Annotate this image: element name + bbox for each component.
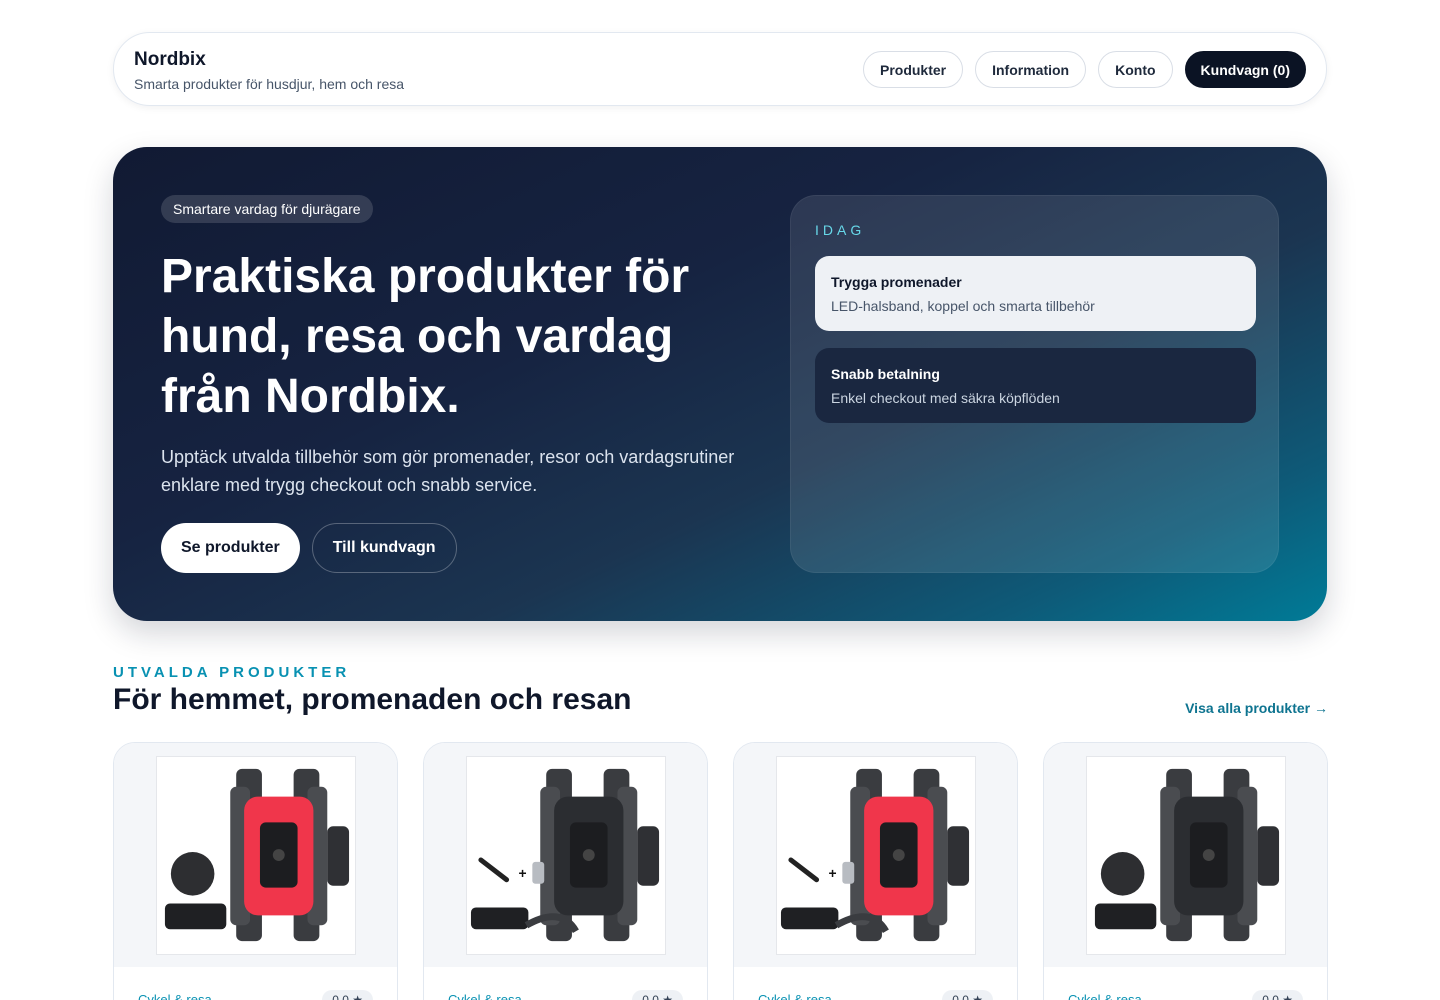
holder-graphic (164, 768, 350, 942)
phone-holder-image[interactable] (1086, 756, 1286, 955)
phone-holder-image[interactable]: + (466, 756, 666, 955)
section-title: För hemmet, promenaden och resan (113, 683, 632, 716)
hero-actions: Se produkter Till kundvagn (161, 523, 457, 573)
product-grid: Cykel & resa 0.0 ★ + Cykel & resa 0.0 ★ … (113, 742, 1328, 1000)
holder-graphic (1094, 768, 1280, 942)
product-card[interactable]: Cykel & resa 0.0 ★ (113, 742, 398, 1000)
clamp-accessory (164, 903, 227, 930)
today-panel: IDAG Trygga promenader LED-halsband, kop… (790, 195, 1279, 573)
product-image-area (1044, 743, 1327, 967)
clamp-accessory (780, 907, 839, 930)
panel-card-title: Snabb betalning (831, 366, 940, 382)
main-nav: Produkter Information Konto Kundvagn (0) (862, 51, 1306, 88)
go-to-cart-button[interactable]: Till kundvagn (311, 523, 457, 573)
product-category: Cykel & resa (758, 992, 832, 1000)
product-rating: 0.0 ★ (942, 990, 993, 1000)
holder-center-knob (892, 849, 905, 861)
product-category: Cykel & resa (1068, 992, 1142, 1000)
holder-graphic: + (780, 768, 970, 942)
handlebar-mount (1257, 826, 1280, 886)
clamp-accessory (1094, 903, 1157, 930)
product-rating: 0.0 ★ (1252, 990, 1303, 1000)
product-rating: 0.0 ★ (322, 990, 373, 1000)
panel-label: IDAG (815, 222, 866, 238)
phone-holder-image[interactable]: + (776, 756, 976, 955)
hero-section: Smartare vardag för djurägare Praktiska … (113, 147, 1327, 621)
product-card[interactable]: Cykel & resa 0.0 ★ (1043, 742, 1328, 1000)
handlebar-mount (327, 826, 350, 886)
product-image-area: + (424, 743, 707, 967)
view-all-products-link[interactable]: Visa alla produkter → (1185, 700, 1328, 716)
nav-konto-button[interactable]: Konto (1098, 51, 1173, 88)
product-category: Cykel & resa (448, 992, 522, 1000)
section-eyebrow: UTVALDA PRODUKTER (113, 664, 351, 681)
bolt-accessory (842, 861, 855, 884)
holder-graphic: + (470, 768, 660, 942)
plus-sign: + (828, 865, 836, 881)
panel-card-subtitle: LED-halsband, koppel och smarta tillbehö… (831, 298, 1095, 314)
holder-center-knob (272, 849, 285, 861)
plus-sign: + (518, 865, 526, 881)
clamp-accessory (470, 907, 529, 930)
handlebar-mount (947, 826, 970, 886)
mirror-rod-accessory (478, 857, 510, 883)
product-rating: 0.0 ★ (632, 990, 683, 1000)
panel-card-subtitle: Enkel checkout med säkra köpflöden (831, 390, 1060, 406)
product-image-area: + (734, 743, 1017, 967)
cart-button[interactable]: Kundvagn (0) (1184, 51, 1306, 88)
product-category: Cykel & resa (138, 992, 212, 1000)
holder-center-knob (1202, 849, 1215, 861)
panel-card-safe-walks: Trygga promenader LED-halsband, koppel o… (815, 256, 1256, 331)
product-card[interactable]: + Cykel & resa 0.0 ★ (733, 742, 1018, 1000)
brand-tagline: Smarta produkter för husdjur, hem och re… (134, 76, 405, 92)
nav-produkter-button[interactable]: Produkter (862, 51, 964, 88)
see-products-button[interactable]: Se produkter (161, 523, 300, 573)
handlebar-mount (637, 826, 660, 886)
site-header: Nordbix Smarta produkter för husdjur, he… (113, 32, 1327, 106)
product-image-area (114, 743, 397, 967)
hero-description: Upptäck utvalda tillbehör som gör promen… (161, 447, 735, 495)
holder-center-knob (582, 849, 595, 861)
panel-card-fast-payment: Snabb betalning Enkel checkout med säkra… (815, 348, 1256, 423)
ball-mount-accessory (1100, 852, 1145, 896)
mirror-rod-accessory (788, 857, 820, 883)
panel-card-title: Trygga promenader (831, 274, 962, 290)
phone-holder-image[interactable] (156, 756, 356, 955)
hero-title: Praktiska produkter för hund, resa och v… (161, 250, 690, 423)
product-card[interactable]: + Cykel & resa 0.0 ★ (423, 742, 708, 1000)
brand-name[interactable]: Nordbix (134, 49, 206, 71)
ball-mount-accessory (170, 852, 215, 896)
nav-information-button[interactable]: Information (975, 51, 1087, 88)
bolt-accessory (532, 861, 545, 884)
hero-badge: Smartare vardag för djurägare (161, 195, 373, 223)
